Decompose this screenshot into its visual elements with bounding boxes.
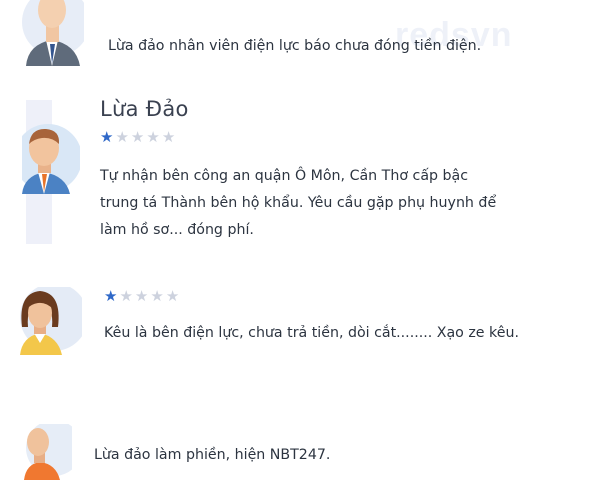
- review-item: ★ ★ ★ ★ ★ Kêu là bên điện lực, chưa trả …: [0, 282, 600, 362]
- star-icon: ★: [104, 287, 118, 305]
- review-text: Lừa đảo nhân viên điện lực báo chưa đóng…: [108, 38, 482, 54]
- star-rating: ★ ★ ★ ★ ★: [104, 288, 179, 304]
- star-icon: ★: [130, 128, 145, 146]
- star-icon: ★: [146, 128, 160, 146]
- star-icon: ★: [115, 128, 129, 146]
- review-text: Tự nhận bên công an quận Ô Môn, Cần Thơ …: [100, 168, 497, 238]
- review-text: Kêu là bên điện lực, chưa trả tiền, dòi …: [104, 325, 519, 341]
- man-orange-tie-avatar: [22, 124, 80, 194]
- orange-shirt-avatar: [24, 424, 72, 480]
- star-icon: ★: [100, 128, 114, 146]
- star-icon: ★: [119, 287, 133, 305]
- review-item: Lừa đảo nhân viên điện lực báo chưa đóng…: [0, 0, 600, 70]
- star-icon: ★: [134, 287, 149, 305]
- star-icon: ★: [165, 287, 180, 305]
- man-suit-avatar: [22, 0, 84, 66]
- star-rating: ★ ★ ★ ★ ★: [100, 129, 175, 145]
- star-icon: ★: [161, 128, 176, 146]
- review-item: Lừa Đảo ★ ★ ★ ★ ★ Tự nhận bên công an qu…: [0, 92, 600, 252]
- review-item: Lừa đảo làm phiền, hiện NBT247.: [0, 420, 600, 500]
- woman-avatar: [18, 287, 82, 355]
- star-icon: ★: [150, 287, 164, 305]
- review-text: Lừa đảo làm phiền, hiện NBT247.: [94, 447, 331, 463]
- review-title: Lừa Đảo: [100, 97, 189, 121]
